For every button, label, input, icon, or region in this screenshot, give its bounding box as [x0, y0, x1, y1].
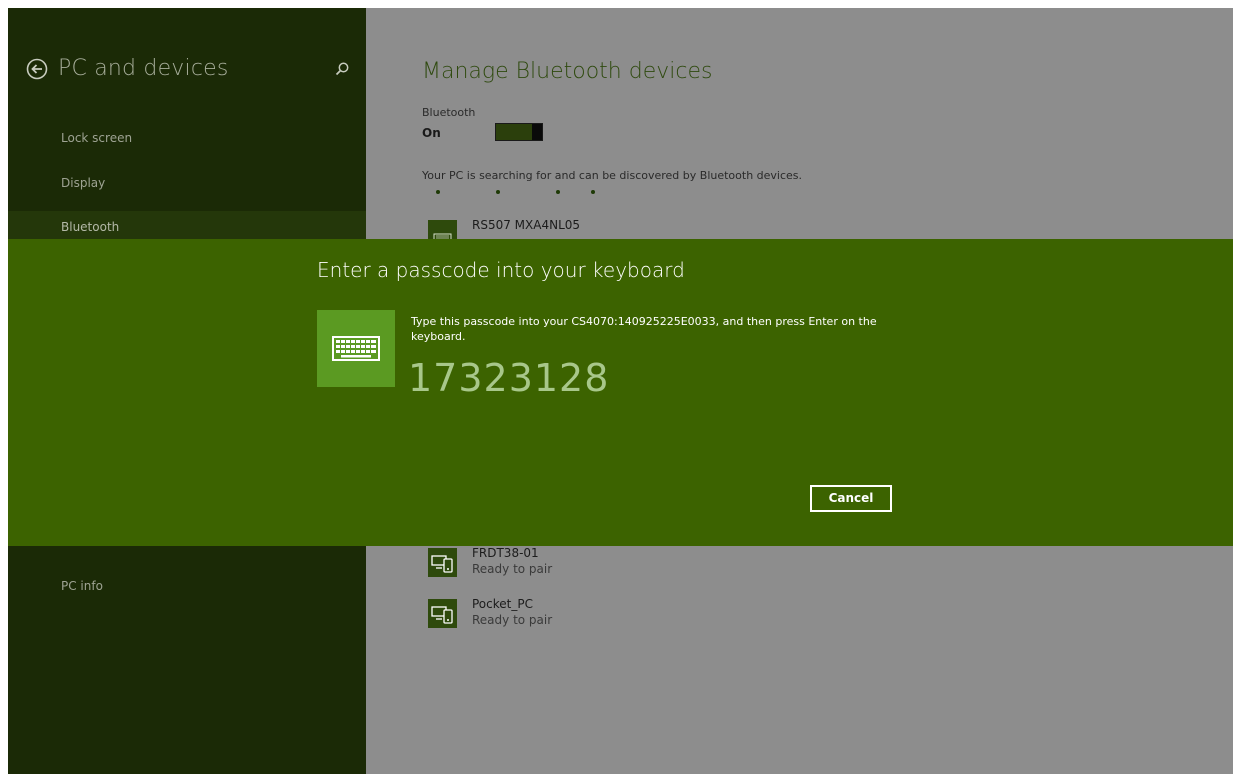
search-status-text: Your PC is searching for and can be disc…	[422, 169, 803, 182]
sidebar-item-display[interactable]: Display	[8, 167, 366, 199]
cancel-button[interactable]: Cancel	[810, 485, 892, 512]
pc-settings-window: PC and devices Lock screen Display Bluet…	[8, 8, 1233, 774]
progress-dots	[436, 190, 636, 198]
phone-pc-device-icon	[428, 599, 457, 628]
sidebar-item-pc-info[interactable]: PC info	[8, 570, 366, 602]
progress-dot	[496, 190, 500, 194]
keyboard-icon	[332, 336, 380, 361]
bluetooth-state-label: On	[422, 126, 441, 140]
keyboard-tile	[317, 310, 395, 387]
dialog-instruction: Type this passcode into your CS4070:1409…	[411, 315, 877, 343]
device-name: FRDT38-01	[472, 546, 539, 560]
toggle-thumb	[532, 124, 542, 140]
progress-dot	[436, 190, 440, 194]
phone-pc-device-icon	[428, 548, 457, 577]
bluetooth-label: Bluetooth	[422, 106, 476, 119]
progress-dot	[591, 190, 595, 194]
search-icon[interactable]	[334, 61, 350, 77]
passcode-dialog: Enter a passcode into your keyboard Type…	[8, 239, 1233, 546]
device-name: RS507 MXA4NL05	[472, 218, 581, 232]
device-name: Pocket_PC	[472, 597, 533, 611]
progress-dot	[556, 190, 560, 194]
device-status: Ready to pair	[472, 562, 553, 576]
bluetooth-toggle[interactable]	[495, 123, 543, 141]
device-item[interactable]: Pocket_PC Ready to pair	[428, 597, 728, 633]
page-title: Manage Bluetooth devices	[422, 59, 713, 84]
device-item[interactable]: FRDT38-01 Ready to pair	[428, 546, 728, 582]
sidebar-title: PC and devices	[58, 56, 229, 81]
sidebar-item-lock-screen[interactable]: Lock screen	[8, 122, 366, 154]
passcode-value: 17323128	[408, 356, 610, 400]
device-status: Ready to pair	[472, 613, 553, 627]
dialog-title: Enter a passcode into your keyboard	[317, 258, 685, 282]
sidebar-header: PC and devices	[26, 56, 356, 90]
back-arrow-icon[interactable]	[26, 58, 48, 80]
